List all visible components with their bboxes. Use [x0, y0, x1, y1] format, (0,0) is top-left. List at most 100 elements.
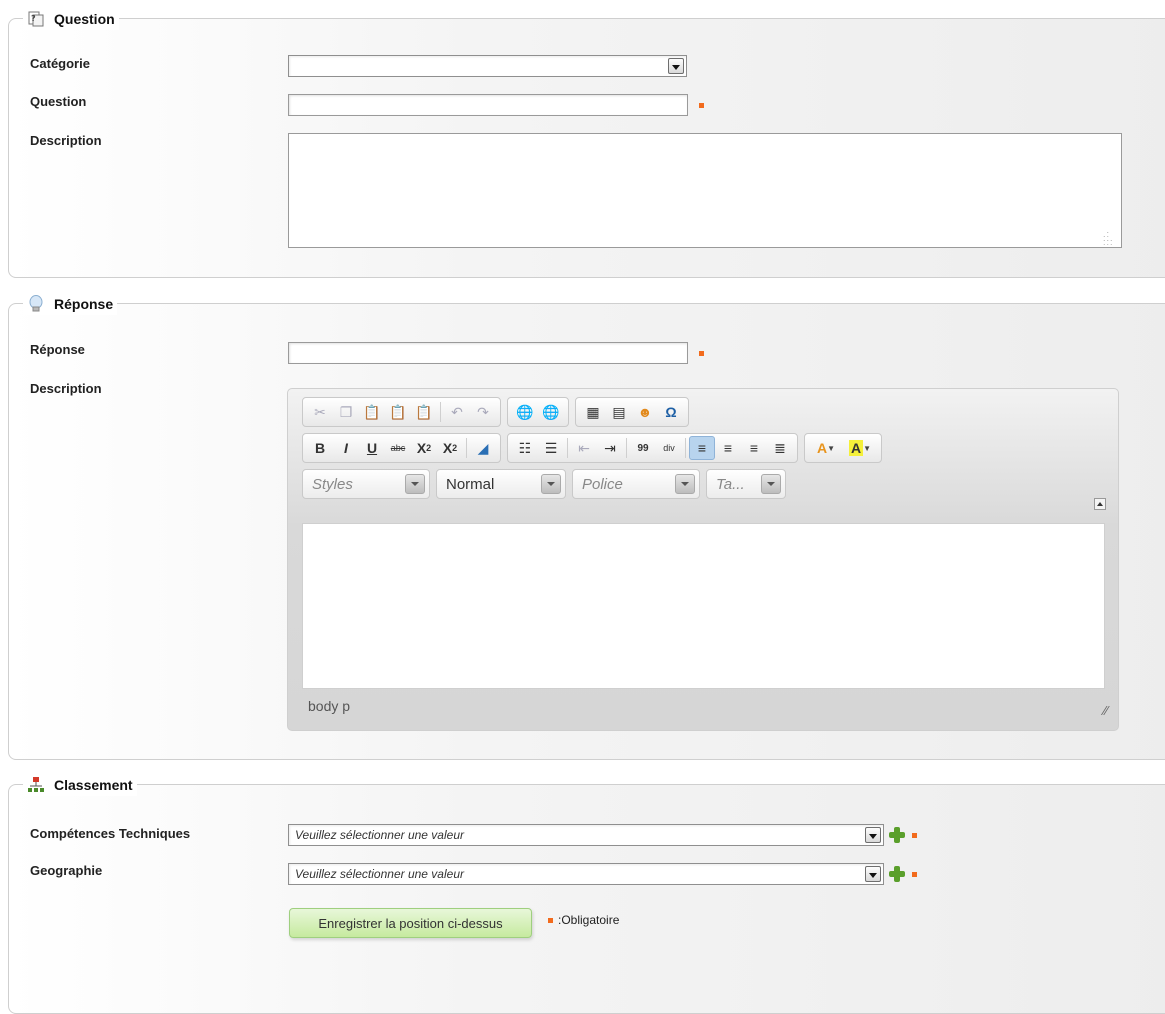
indent-icon[interactable]: ⇥ [597, 436, 623, 460]
outdent-icon[interactable]: ⇤ [571, 436, 597, 460]
size-combo[interactable]: Ta... [706, 469, 786, 499]
required-marker [699, 351, 704, 356]
chevron-down-icon[interactable] [761, 474, 781, 494]
basic-style-toolbar-group: B I U abc X2 X2 ◢ [302, 433, 501, 463]
table-icon[interactable]: ▦ [580, 400, 606, 424]
reponse-label: Réponse [30, 342, 85, 357]
toolbar-separator [440, 402, 441, 422]
superscript-base: X [442, 440, 453, 456]
format-combo-label: Normal [446, 475, 495, 493]
copy-icon[interactable]: ❐ [333, 400, 359, 424]
required-marker [912, 833, 917, 838]
font-combo-label: Police [582, 475, 623, 493]
toolbar-separator [567, 438, 568, 458]
reponse-legend: Réponse [23, 293, 118, 315]
bg-color-letter: A [848, 440, 864, 456]
description-label: Description [30, 133, 102, 148]
link-icon[interactable]: 🌐 [512, 400, 538, 424]
styles-combo-label: Styles [312, 475, 353, 493]
required-legend-text: :Obligatoire [558, 913, 620, 927]
create-div-icon[interactable]: div [656, 436, 682, 460]
special-char-icon[interactable]: Ω [658, 400, 684, 424]
font-combo[interactable]: Police [572, 469, 700, 499]
subscript-button[interactable]: X2 [411, 436, 437, 460]
subscript-index: 2 [426, 443, 432, 453]
undo-icon[interactable]: ↶ [444, 400, 470, 424]
required-legend: :Obligatoire [548, 913, 619, 927]
collapse-toolbar-button[interactable] [1094, 498, 1106, 510]
cut-icon[interactable]: ✂ [307, 400, 333, 424]
sitemap-icon [27, 776, 45, 794]
question-page-icon: ? [27, 10, 45, 28]
geographie-select-value: Veuillez sélectionner une valeur [295, 867, 464, 881]
question-description-textarea[interactable] [288, 133, 1122, 248]
strikethrough-button[interactable]: abc [385, 436, 411, 460]
eraser-icon[interactable]: ◢ [470, 436, 496, 460]
editor-content-area[interactable] [302, 523, 1105, 689]
text-color-icon[interactable]: A ▼ [809, 436, 843, 460]
save-position-button[interactable]: Enregistrer la position ci-dessus [289, 908, 532, 938]
classement-fieldset: Classement [8, 774, 1165, 1014]
background-color-icon[interactable]: A ▼ [843, 436, 877, 460]
question-input[interactable] [288, 94, 688, 116]
reponse-legend-label: Réponse [54, 296, 114, 312]
unlink-icon[interactable]: 🌐 [538, 400, 564, 424]
superscript-button[interactable]: X2 [437, 436, 463, 460]
chevron-down-icon[interactable] [541, 474, 561, 494]
competences-select-value: Veuillez sélectionner une valeur [295, 828, 464, 842]
toolbar-separator [685, 438, 686, 458]
competences-label: Compétences Techniques [30, 826, 191, 841]
chevron-down-icon[interactable] [865, 827, 881, 843]
geographie-select[interactable]: Veuillez sélectionner une valeur [288, 863, 884, 885]
svg-text:?: ? [31, 14, 36, 23]
underline-button[interactable]: U [359, 436, 385, 460]
styles-combo[interactable]: Styles [302, 469, 430, 499]
paste-text-icon[interactable]: 📋 [385, 400, 411, 424]
categorie-label: Catégorie [30, 56, 90, 71]
link-toolbar-group: 🌐 🌐 [507, 397, 569, 427]
required-marker [699, 103, 704, 108]
size-combo-label: Ta... [716, 475, 745, 493]
chevron-down-icon[interactable] [668, 58, 684, 74]
classement-legend: Classement [23, 774, 137, 796]
redo-icon[interactable]: ↷ [470, 400, 496, 424]
bold-button[interactable]: B [307, 436, 333, 460]
align-center-icon[interactable]: ≡ [715, 436, 741, 460]
bulleted-list-icon[interactable]: ☰ [538, 436, 564, 460]
align-right-icon[interactable]: ≡ [741, 436, 767, 460]
text-color-letter: A [816, 440, 828, 456]
question-legend: ? Question [23, 8, 119, 30]
question-label: Question [30, 94, 87, 109]
smiley-icon[interactable]: ☻ [632, 400, 658, 424]
geographie-label: Geographie [30, 863, 103, 878]
editor-element-path[interactable]: body p [308, 698, 350, 714]
resize-handle-icon[interactable]: ⁄⁄ [1104, 703, 1108, 718]
chevron-down-icon[interactable] [865, 866, 881, 882]
categorie-select[interactable] [288, 55, 687, 77]
paste-word-icon[interactable]: 📋 [411, 400, 437, 424]
question-legend-label: Question [54, 11, 115, 27]
blockquote-icon[interactable]: 99 [630, 436, 656, 460]
clipboard-toolbar-group: ✂ ❐ 📋 📋 📋 ↶ ↷ [302, 397, 501, 427]
competences-select[interactable]: Veuillez sélectionner une valeur [288, 824, 884, 846]
add-geographie-icon[interactable] [889, 866, 905, 882]
numbered-list-icon[interactable]: ☷ [512, 436, 538, 460]
insert-toolbar-group: ▦ ▤ ☻ Ω [575, 397, 689, 427]
italic-button[interactable]: I [333, 436, 359, 460]
paste-icon[interactable]: 📋 [359, 400, 385, 424]
format-combo[interactable]: Normal [436, 469, 566, 499]
lightbulb-icon [27, 295, 45, 313]
required-marker [912, 872, 917, 877]
color-toolbar-group: A ▼ A ▼ [804, 433, 882, 463]
add-competence-icon[interactable] [889, 827, 905, 843]
align-justify-icon[interactable]: ≣ [767, 436, 793, 460]
chevron-down-icon[interactable] [405, 474, 425, 494]
reponse-input[interactable] [288, 342, 688, 364]
classement-legend-label: Classement [54, 777, 133, 793]
paragraph-toolbar-group: ☷ ☰ ⇤ ⇥ 99 div ≡ ≡ ≡ ≣ [507, 433, 798, 463]
chevron-down-icon[interactable] [675, 474, 695, 494]
superscript-index: 2 [452, 443, 458, 453]
subscript-base: X [416, 440, 427, 456]
align-left-icon[interactable]: ≡ [689, 436, 715, 460]
horizontal-rule-icon[interactable]: ▤ [606, 400, 632, 424]
